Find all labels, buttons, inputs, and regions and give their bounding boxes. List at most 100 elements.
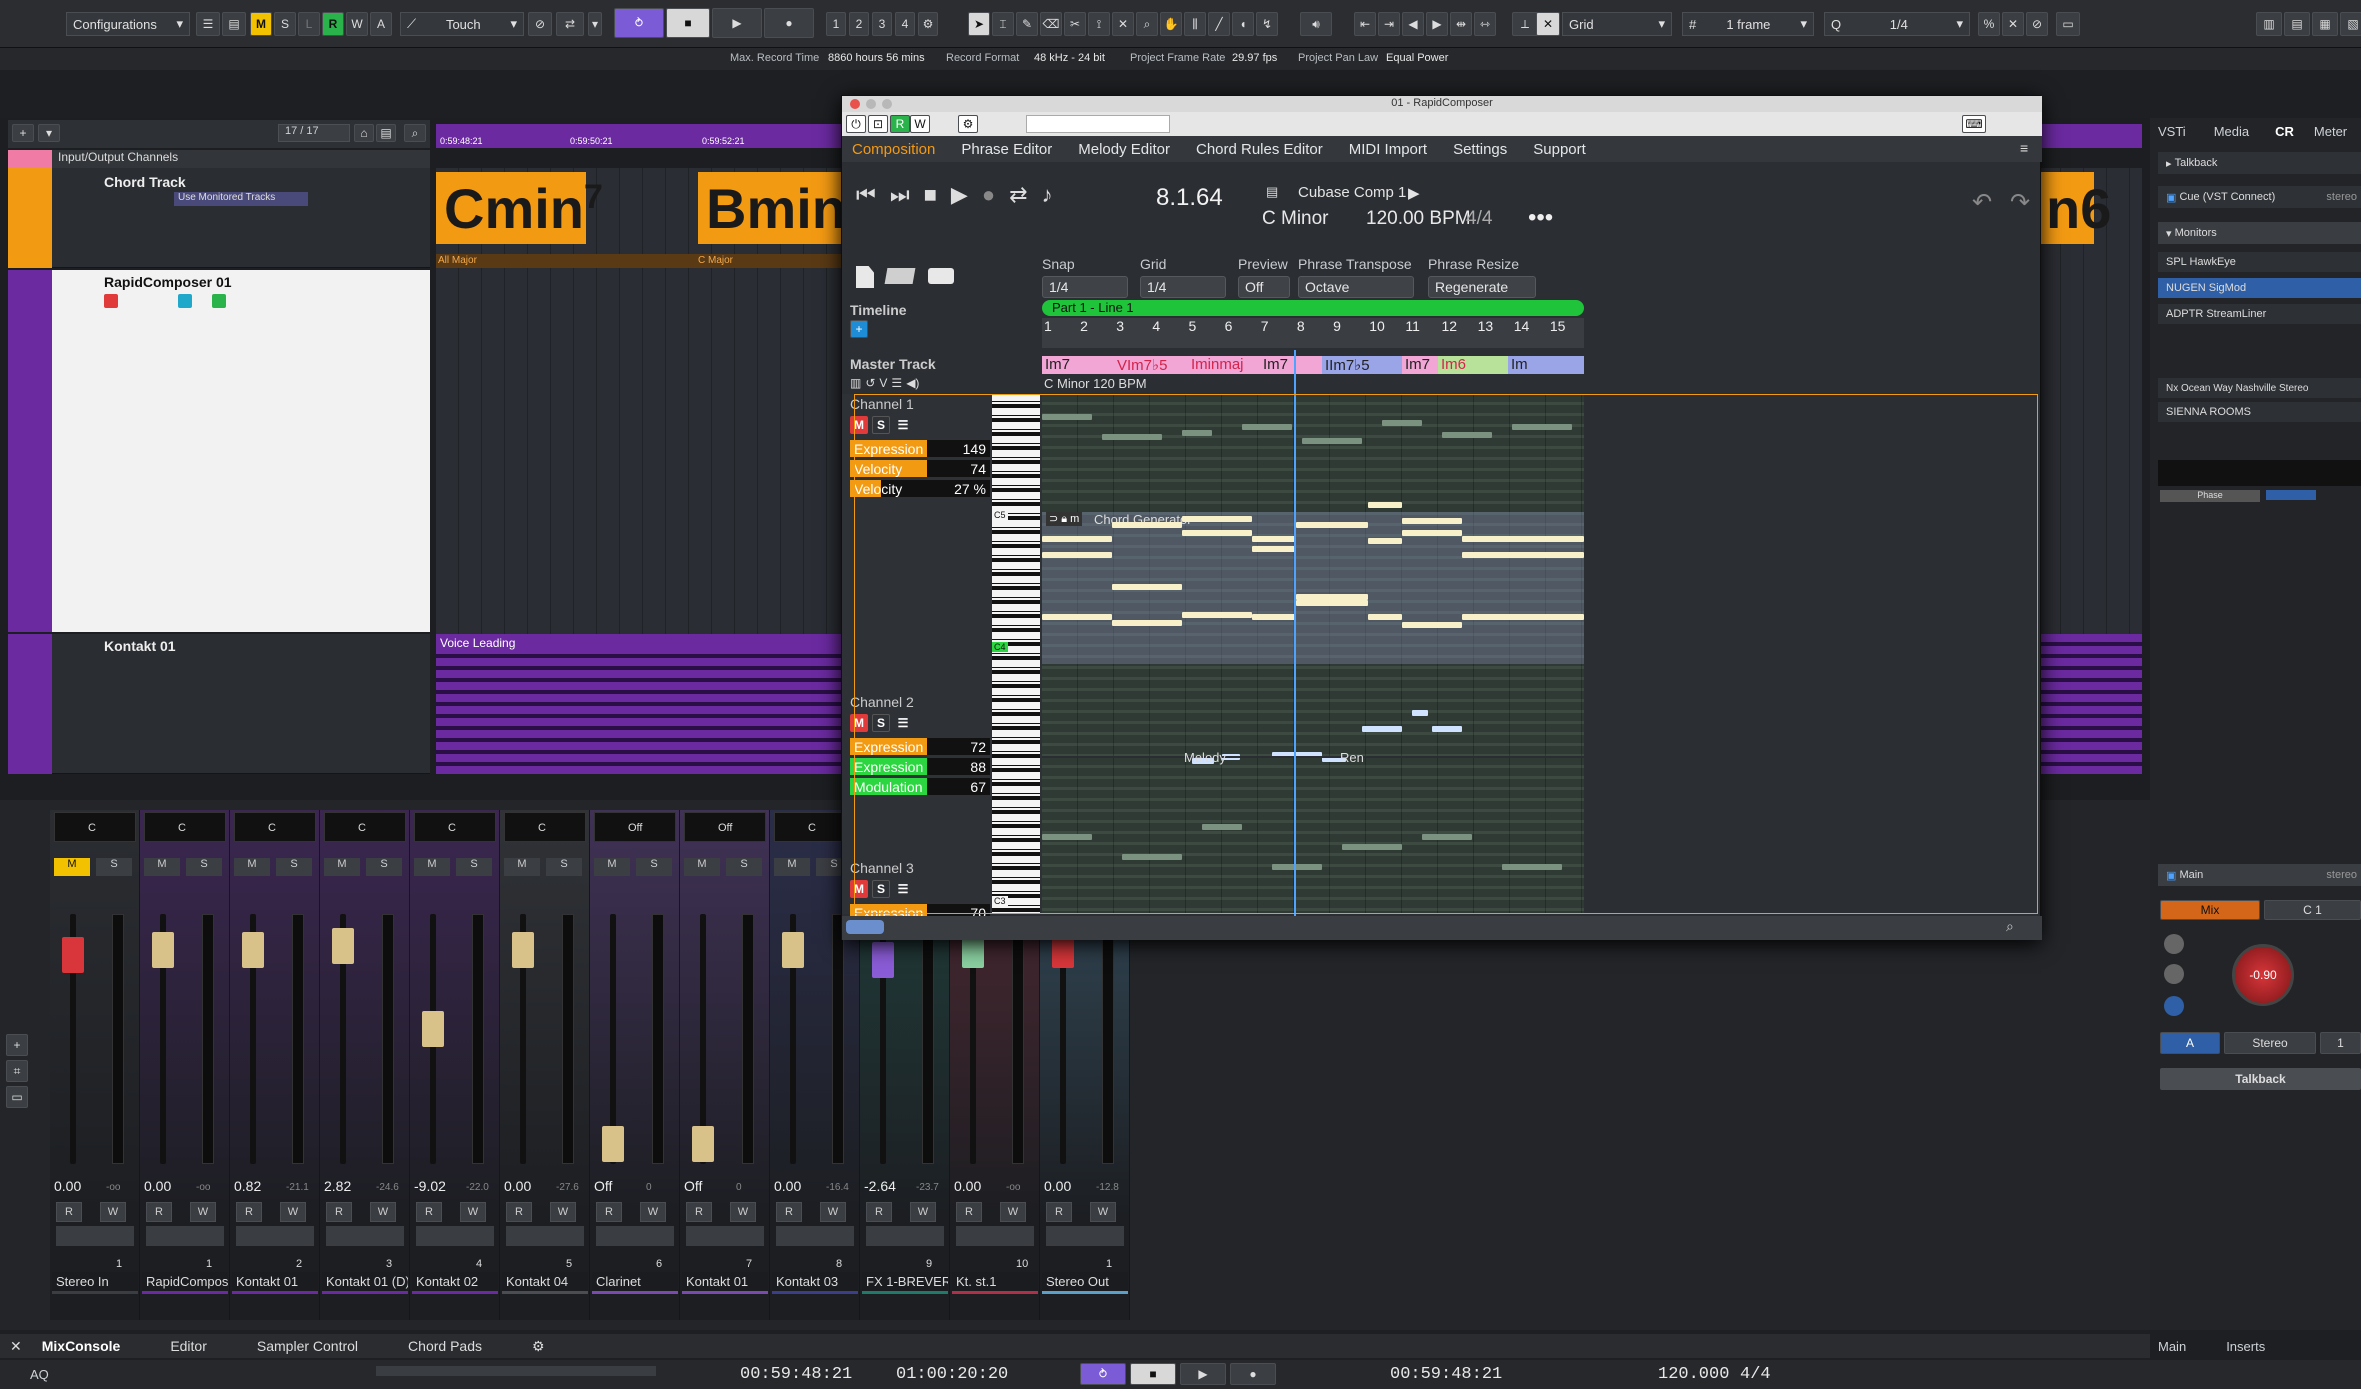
channel-name[interactable]: Kontakt 01 (D) xyxy=(322,1272,408,1294)
midi-note[interactable] xyxy=(1272,864,1322,870)
channel-name[interactable]: Kontakt 01 xyxy=(682,1272,768,1294)
chord-event-cmin7[interactable]: Cmin 7 xyxy=(436,172,603,244)
midi-note[interactable] xyxy=(1342,844,1402,850)
master-chord[interactable]: Iminmaj xyxy=(1188,356,1260,374)
layout-top-icon[interactable]: ▦ xyxy=(2312,12,2338,36)
rapidcomposer-track-header[interactable]: RapidComposer 01 xyxy=(8,270,430,632)
record-button[interactable]: ● xyxy=(1230,1363,1276,1385)
grid-select[interactable]: 1/4 xyxy=(1140,276,1226,298)
iq-icon[interactable]: ⊘ xyxy=(2026,12,2048,36)
snap-select[interactable]: 1/4 xyxy=(1042,276,1128,298)
volume-fader[interactable] xyxy=(422,1010,444,1047)
midi-note[interactable] xyxy=(1042,536,1112,542)
playhead[interactable] xyxy=(1294,350,1296,916)
read-button[interactable]: R xyxy=(596,1202,622,1222)
talkback-row[interactable]: ▸ Talkback xyxy=(2158,152,2361,174)
stack-icon[interactable]: ≡ xyxy=(2020,140,2034,158)
channel-name[interactable]: Stereo Out xyxy=(1042,1272,1128,1294)
frame-rate-value[interactable]: 29.97 fps xyxy=(1232,52,1277,64)
one-button[interactable]: 1 xyxy=(2320,1032,2361,1054)
midi-note[interactable] xyxy=(1242,424,1292,430)
monitor-row[interactable] xyxy=(686,1226,764,1246)
panel-icon[interactable]: ▭ xyxy=(2056,12,2080,36)
automation-mode-dropdown[interactable]: ⟋ Touch ▾ xyxy=(400,12,524,36)
suspend-icon[interactable]: ⊘ xyxy=(528,12,552,36)
midi-note[interactable] xyxy=(1182,612,1252,618)
write-button[interactable]: W xyxy=(640,1202,666,1222)
write-button[interactable]: W xyxy=(460,1202,486,1222)
solo-button[interactable]: S xyxy=(456,858,492,876)
solo-button[interactable]: S xyxy=(872,714,890,732)
mute-button[interactable]: M xyxy=(324,858,360,876)
solo-button[interactable]: S xyxy=(276,858,312,876)
camera-icon[interactable]: ⌨ xyxy=(1962,115,1986,133)
preset-icon[interactable]: ▤ xyxy=(1266,184,1278,200)
tab-chord-pads[interactable]: Chord Pads xyxy=(408,1338,482,1354)
midi-note[interactable] xyxy=(1442,432,1492,438)
transport-signature[interactable]: 4/4 xyxy=(1740,1365,1771,1384)
v-icon[interactable]: V xyxy=(879,376,887,390)
play-tool-icon[interactable]: ◖ xyxy=(1232,12,1254,36)
master-chord[interactable]: IIm7♭5 xyxy=(1322,356,1402,374)
mute-button[interactable]: M xyxy=(250,12,272,36)
comp-icon[interactable]: ⫼ xyxy=(1184,12,1206,36)
write-button[interactable]: W xyxy=(280,1202,306,1222)
play-icon[interactable]: ▶ xyxy=(951,182,968,208)
controller-bar[interactable]: Velocity 27 % xyxy=(850,480,990,497)
cycle-button[interactable]: ⥁ xyxy=(614,8,664,38)
volume-fader[interactable] xyxy=(872,941,894,978)
tab-vsti[interactable]: VSTi xyxy=(2158,124,2186,139)
play-button[interactable]: ▶ xyxy=(712,8,762,38)
volume-fader[interactable] xyxy=(512,932,534,969)
speaker-icon[interactable] xyxy=(2164,996,2184,1016)
channel-name[interactable]: Kt. st.1 xyxy=(952,1272,1038,1294)
quantize-dropdown[interactable]: Q 1/4 ▾ xyxy=(1824,12,1970,36)
monitor-item[interactable]: Nx Ocean Way Nashville Stereo xyxy=(2158,378,2361,398)
chord-track-header[interactable]: Chord Track Use Monitored Tracks xyxy=(8,168,430,268)
load-icon[interactable] xyxy=(884,268,916,284)
midi-note[interactable] xyxy=(1432,726,1462,732)
mute-button[interactable]: M xyxy=(850,880,868,898)
range-icon[interactable]: ⌶ xyxy=(992,12,1014,36)
line-icon[interactable]: ╱ xyxy=(1208,12,1230,36)
preset-field[interactable] xyxy=(1026,115,1170,133)
midi-note[interactable] xyxy=(1042,552,1112,558)
solo-button[interactable]: S xyxy=(872,880,890,898)
automation-button[interactable]: A xyxy=(370,12,392,36)
solo-button[interactable]: S xyxy=(726,858,762,876)
volume-fader[interactable] xyxy=(62,937,84,973)
pencil-icon[interactable]: ✎ xyxy=(1016,12,1038,36)
read-button[interactable]: R xyxy=(956,1202,982,1222)
mute-button[interactable]: M xyxy=(234,858,270,876)
pointer-icon[interactable]: ➤ xyxy=(968,12,990,36)
kontakt-track-header[interactable]: Kontakt 01 xyxy=(8,634,430,774)
midi-note[interactable] xyxy=(1368,614,1402,620)
midi-note[interactable] xyxy=(1462,536,1584,542)
master-chord[interactable]: Im6 xyxy=(1438,356,1508,374)
menu-settings[interactable]: Settings xyxy=(1453,141,1507,158)
volume-value[interactable]: 0.00 xyxy=(504,1178,531,1194)
tab-sampler-control[interactable]: Sampler Control xyxy=(257,1338,358,1354)
master-chord[interactable]: VIm7♭5 xyxy=(1114,356,1188,374)
midi-note[interactable] xyxy=(1112,522,1182,528)
transport-tempo[interactable]: 120.000 xyxy=(1658,1365,1729,1384)
use-monitored-tracks[interactable]: Use Monitored Tracks xyxy=(174,192,308,206)
main-row[interactable]: ▣ Main stereo xyxy=(2158,864,2361,886)
tab-media[interactable]: Media xyxy=(2214,124,2249,139)
channel-name[interactable]: Stereo In xyxy=(52,1272,138,1294)
preview-select[interactable]: Off xyxy=(1238,276,1290,298)
channel-name[interactable]: FX 1-BREVERB xyxy=(862,1272,948,1294)
monitor-row[interactable] xyxy=(956,1226,1034,1246)
piano-keyboard[interactable] xyxy=(992,394,1040,914)
control-room-knob[interactable]: -0.90 xyxy=(2232,944,2294,1006)
volume-value[interactable]: 0.00 xyxy=(144,1178,171,1194)
volume-value[interactable]: 2.82 xyxy=(324,1178,351,1194)
marker-4-button[interactable]: 4 xyxy=(895,12,915,36)
midi-note[interactable] xyxy=(1042,614,1112,620)
monitor-item-selected[interactable]: NUGEN SigMod xyxy=(2158,278,2361,298)
controller-bar[interactable]: Expression 88 xyxy=(850,758,990,775)
master-chord[interactable]: Im7 xyxy=(1260,356,1322,374)
volume-fader[interactable] xyxy=(152,932,174,969)
settings-icon[interactable]: ⚙ xyxy=(958,115,978,133)
midi-note[interactable] xyxy=(1412,710,1428,716)
